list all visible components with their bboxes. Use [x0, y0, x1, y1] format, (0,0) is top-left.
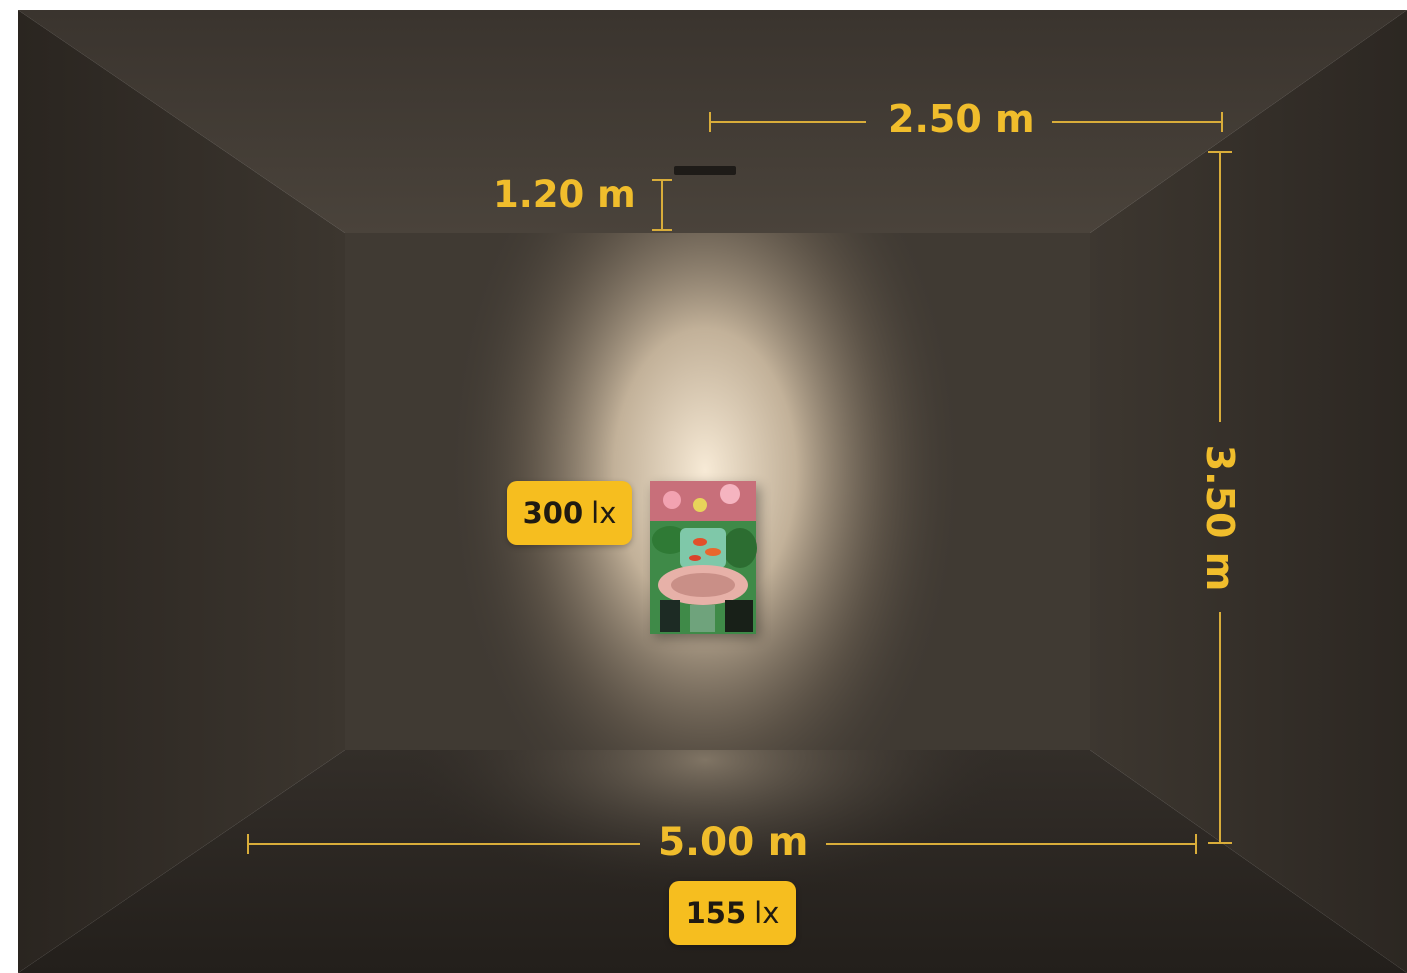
floor-illuminance-badge: 155 lx [669, 881, 796, 945]
floor-illuminance-unit: lx [754, 896, 780, 930]
painting-artwork [650, 481, 760, 638]
label-room-width: 5.00 m [658, 820, 809, 865]
label-ceiling-depth: 2.50 m [888, 97, 1035, 141]
wall-illuminance-value: 300 [522, 496, 584, 530]
label-wall-height: 3.50 m [1198, 444, 1242, 592]
label-spot-offset: 1.20 m [493, 173, 636, 216]
wall-illuminance-unit: lx [591, 496, 617, 530]
wall-illuminance-badge: 300 lx [507, 481, 632, 545]
floor-illuminance-value: 155 [685, 896, 747, 930]
downlight-fixture-icon [674, 166, 736, 175]
